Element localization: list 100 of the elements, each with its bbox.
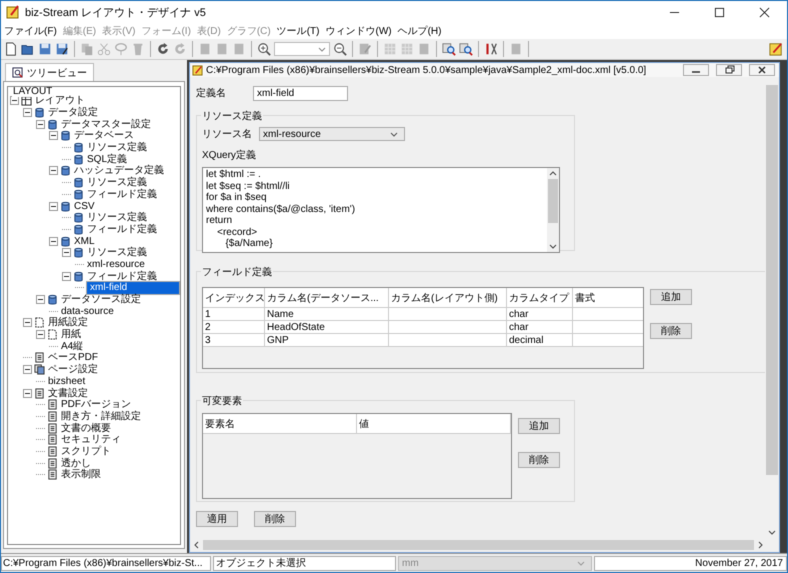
tree-item[interactable]: 文書の概要 [60,422,112,434]
tree-item[interactable]: ページ設定 [47,364,99,376]
code-line: return [206,215,234,226]
expander-icon[interactable] [23,318,32,328]
code-line: let $html := . [206,169,262,180]
tree-item[interactable]: 開き方・詳細設定 [60,410,142,422]
tree-item[interactable]: xml-field [86,280,180,295]
tree-item[interactable]: フィールド定義 [86,188,158,200]
tree-item[interactable]: 用紙 [60,329,82,340]
menu-item[interactable]: ヘルプ(H) [398,24,442,38]
tools-icon[interactable] [484,42,498,56]
group-label: フィールド定義 [201,265,273,279]
expander-icon[interactable] [23,108,32,118]
name-field[interactable]: xml-field [253,86,348,100]
scroll-up-icon[interactable] [549,171,557,176]
pages-icon [34,364,45,376]
table-button[interactable]: 削除 [518,452,560,468]
tree-item[interactable]: リソース定義 [86,212,148,224]
tree-item[interactable]: データ設定 [47,107,99,118]
tree-item[interactable]: 用紙設定 [47,317,89,328]
menu-item[interactable]: ウィンドウ(W) [325,24,392,38]
page-icon [34,317,45,328]
table-button[interactable]: 削除 [650,323,692,339]
tree-item[interactable]: data-source [60,306,115,317]
search-icon[interactable] [442,42,456,56]
resource-dropdown[interactable]: xml-resource [259,127,405,141]
folder-icon[interactable] [21,42,35,56]
zoom-in-icon[interactable] [257,42,271,56]
menu-item[interactable]: ファイル(F) [4,24,57,38]
document-icon [47,469,58,480]
expander-icon[interactable] [49,131,58,140]
tree-item[interactable]: フィールド定義 [86,270,158,282]
group-label: リソース定義 [201,109,263,123]
expander-icon[interactable] [49,202,58,211]
tree-item[interactable]: 透かし [60,458,92,469]
tree-item[interactable]: ハッシュデータ定義 [73,165,165,176]
tree-item[interactable]: リソース定義 [86,247,148,258]
tree-item[interactable]: データソース設定 [60,294,142,306]
maximize-icon[interactable] [714,6,725,18]
minimize-icon[interactable] [683,64,709,76]
close-icon[interactable] [759,6,770,18]
tree-item[interactable]: フィールド定義 [86,224,158,235]
tree-item[interactable]: スクリプト [60,446,112,457]
save-as-icon[interactable] [55,42,69,56]
table-cell: 3 [203,334,265,347]
tree-item[interactable]: データベース [73,130,135,142]
tree-item[interactable]: 表示制限 [60,469,102,480]
tree-item[interactable]: xml-resource [86,258,146,270]
menu-item[interactable]: ツール(T) [276,24,320,38]
tree-item[interactable]: データマスター設定 [60,118,152,130]
tree-item[interactable]: bizsheet [47,376,86,387]
zoom-out-icon[interactable] [333,42,347,56]
tree-item[interactable]: 文書設定 [47,388,89,399]
tree-item[interactable]: リソース定義 [86,142,148,154]
expander-icon[interactable] [49,236,58,246]
table-button[interactable]: 追加 [518,418,560,434]
tree-item[interactable]: ベースPDF [47,352,99,364]
save-icon[interactable] [38,42,52,56]
search-list-icon[interactable] [459,42,473,56]
scroll-left-icon[interactable] [194,541,199,549]
xquery-editor[interactable]: let $html := . let $seq := $html//li for $a in $seq where contains($a/@class, 'item') return <record> {$a/Name} [202,167,560,253]
expander-icon[interactable] [62,248,71,258]
table-button[interactable]: 追加 [650,289,692,305]
tree-item[interactable]: セキュリティ [60,434,122,446]
tree-item[interactable]: CSV [73,200,96,212]
database-icon [47,294,58,306]
tree-item[interactable]: XML [73,236,96,247]
tree-item[interactable]: リソース定義 [86,177,148,188]
tree-view-tab[interactable]: ツリービュー [5,63,94,81]
column-header[interactable]: 要素名 [203,414,357,434]
document-icon [34,352,45,364]
status-selection: オブジェクト未選択 [213,556,396,570]
expander-icon[interactable] [23,365,32,374]
code-line: {$a/Name} [224,238,274,250]
new-file-icon[interactable] [4,42,18,56]
expander-icon[interactable] [36,330,45,340]
expander-icon[interactable] [10,96,19,106]
tree-item[interactable]: PDFバージョン [60,399,132,410]
undo-icon[interactable] [156,42,170,56]
form-button[interactable]: 適用 [196,511,238,527]
expander-icon[interactable] [62,272,71,281]
expander-icon[interactable] [23,388,32,398]
close-icon[interactable] [749,64,775,76]
database-icon [60,165,71,176]
scroll-right-icon[interactable] [758,541,763,549]
app-icon [6,5,20,19]
document-icon [34,388,45,399]
pencil-icon[interactable] [769,42,783,56]
scroll-down-icon[interactable] [549,244,557,249]
expander-icon[interactable] [36,120,45,129]
document-icon [47,434,58,446]
tree-item[interactable]: A4縦 [60,340,84,352]
expander-icon[interactable] [36,295,45,304]
restore-icon[interactable] [716,64,742,76]
scrollbar[interactable] [547,168,559,252]
form-button[interactable]: 削除 [254,511,296,527]
expander-icon[interactable] [49,166,58,176]
column-header[interactable]: 値 [357,414,511,434]
scroll-down-icon[interactable] [768,530,776,535]
tree-item[interactable]: SQL定義 [86,154,128,165]
